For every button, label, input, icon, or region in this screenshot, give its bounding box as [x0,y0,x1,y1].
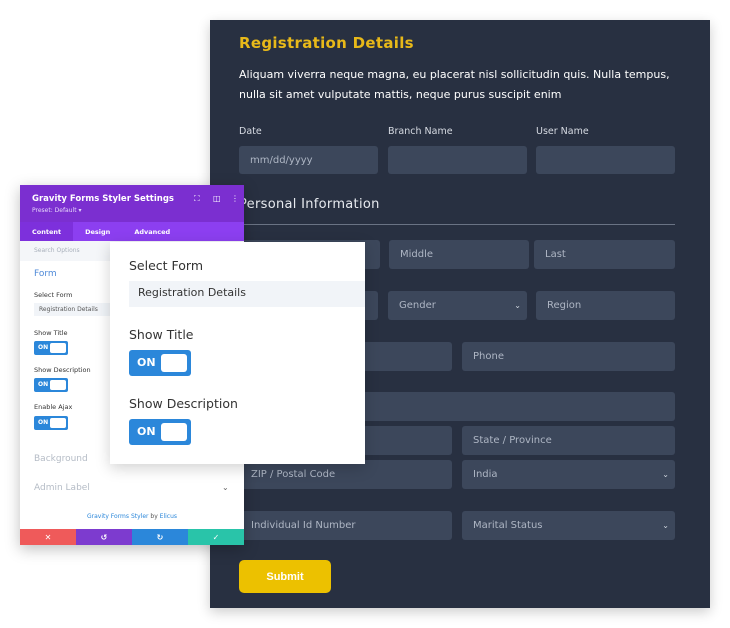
enable-ajax-toggle[interactable]: ON [34,416,68,430]
user-input[interactable] [536,146,675,174]
zip-input[interactable]: ZIP / Postal Code [240,460,452,489]
show-description-toggle[interactable]: ON [129,419,191,445]
divider [240,224,675,225]
branch-label: Branch Name [388,126,453,137]
split-view-icon[interactable]: ◫ [213,194,221,203]
last-input[interactable]: Last [534,240,675,269]
toggle-state: ON [137,425,156,438]
panel-header: Gravity Forms Styler Settings Preset: De… [20,185,244,222]
show-description-label: Show Description [34,366,91,374]
author-link[interactable]: Elicus [160,513,177,520]
footer-by: by [148,513,160,520]
section-title: Personal Information [239,197,380,212]
chevron-down-icon: ⌄ [514,301,521,310]
check-icon: ✓ [212,532,220,542]
placeholder: Gender [399,300,436,311]
cancel-button[interactable]: ✕ [20,529,76,545]
tab-content[interactable]: Content [20,222,74,241]
branch-input[interactable] [388,146,527,174]
panel-tabs: Content Design Advanced [20,222,244,241]
toggle-state: ON [137,356,156,369]
date-placeholder: mm/dd/yyyy [250,154,313,166]
enable-ajax-label: Enable Ajax [34,403,73,411]
undo-icon: ↺ [100,532,108,542]
select-form-dropdown[interactable]: Registration Details [34,303,114,316]
plugin-link[interactable]: Gravity Forms Styler [87,513,149,520]
save-button[interactable]: ✓ [188,529,244,545]
gender-select[interactable]: Gender ⌄ [388,291,527,320]
toggle-state: ON [38,381,49,388]
background-section[interactable]: Background [34,454,88,464]
toggle-state: ON [38,419,49,426]
tab-design[interactable]: Design [73,222,122,241]
state-input[interactable]: State / Province [462,426,675,455]
chevron-down-icon[interactable]: ⌄ [222,483,229,492]
placeholder: Individual Id Number [251,520,356,531]
region-input[interactable]: Region [536,291,675,320]
panel-title: Gravity Forms Styler Settings [32,194,174,204]
redo-icon: ↻ [156,532,164,542]
middle-input[interactable]: Middle [389,240,529,269]
show-description-label: Show Description [129,396,238,411]
show-title-toggle[interactable]: ON [129,350,191,376]
form-description: Aliquam viverra neque magna, eu placerat… [239,68,670,101]
select-form-label: Select Form [129,258,204,273]
chevron-down-icon: ⌄ [662,470,669,479]
selected-value: India [473,469,498,480]
phone-input[interactable]: Phone [462,342,675,371]
undo-button[interactable]: ↺ [76,529,132,545]
placeholder: Middle [400,249,434,260]
expand-icon[interactable]: ⛶ [194,194,200,204]
user-label: User Name [536,126,589,137]
show-title-toggle[interactable]: ON [34,341,68,355]
select-form-label: Select Form [34,291,73,299]
submit-button[interactable]: Submit [239,560,331,593]
placeholder: ZIP / Postal Code [251,469,336,480]
select-form-dropdown[interactable]: Registration Details [129,281,365,307]
toggle-state: ON [38,344,49,351]
zoomed-settings-callout: Select Form Registration Details Show Ti… [110,242,365,464]
preset-dropdown[interactable]: Preset: Default ▾ [32,207,81,214]
show-title-label: Show Title [129,327,194,342]
placeholder: State / Province [473,435,552,446]
marital-status-select[interactable]: Marital Status ⌄ [462,511,675,540]
redo-button[interactable]: ↻ [132,529,188,545]
country-select[interactable]: India ⌄ [462,460,675,489]
more-options-icon[interactable]: ⋮ [231,194,239,203]
form-title: Registration Details [239,34,414,52]
placeholder: Phone [473,351,504,362]
chevron-down-icon: ⌄ [662,521,669,530]
admin-label-section[interactable]: Admin Label [34,483,90,493]
date-label: Date [239,126,262,137]
placeholder: Region [547,300,582,311]
show-description-toggle[interactable]: ON [34,378,68,392]
panel-footer: Gravity Forms Styler by Elicus [20,513,244,520]
tab-advanced[interactable]: Advanced [122,222,182,241]
panel-action-bar: ✕ ↺ ↻ ✓ [20,529,244,545]
form-section-heading[interactable]: Form [34,269,57,279]
close-icon: ✕ [44,532,52,542]
id-number-input[interactable]: Individual Id Number [240,511,452,540]
placeholder: Marital Status [473,520,543,531]
date-input[interactable]: mm/dd/yyyy [239,146,378,174]
show-title-label: Show Title [34,329,68,337]
placeholder: Last [545,249,566,260]
